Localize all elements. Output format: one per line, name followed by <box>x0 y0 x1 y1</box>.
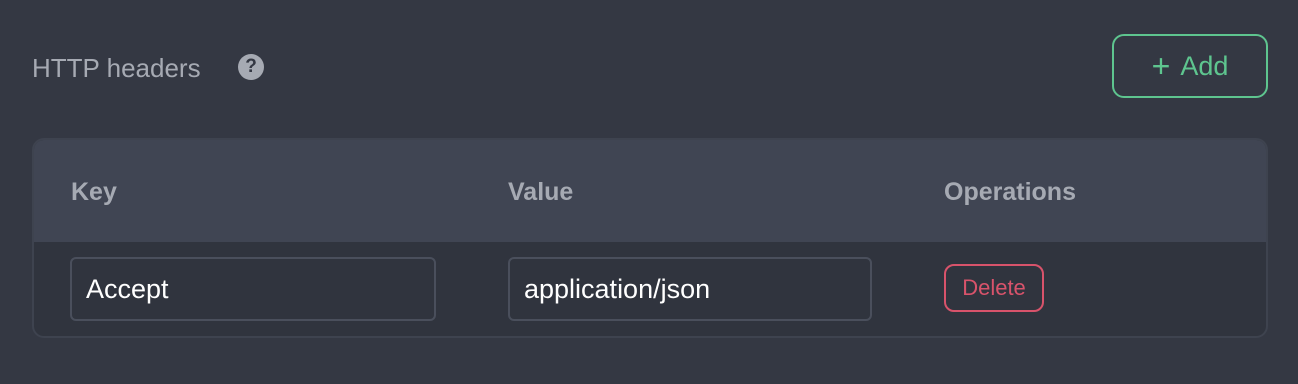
header-value-input[interactable] <box>508 257 872 321</box>
add-header-button[interactable]: + Add <box>1112 34 1268 98</box>
question-circle-icon[interactable]: ? <box>238 54 264 80</box>
headers-table: Key Value Operations Delete <box>32 138 1268 338</box>
column-header-value: Value <box>508 178 574 206</box>
column-header-key: Key <box>71 178 117 206</box>
http-headers-panel: HTTP headers ? + Add Key Value Operation… <box>0 0 1298 384</box>
delete-button[interactable]: Delete <box>944 264 1044 312</box>
plus-icon: + <box>1151 48 1171 84</box>
add-button-label: Add <box>1180 50 1229 81</box>
header-key-input[interactable] <box>70 257 436 321</box>
section-title: HTTP headers <box>32 53 201 83</box>
table-header: Key Value Operations <box>34 140 1266 242</box>
column-header-operations: Operations <box>944 178 1076 206</box>
